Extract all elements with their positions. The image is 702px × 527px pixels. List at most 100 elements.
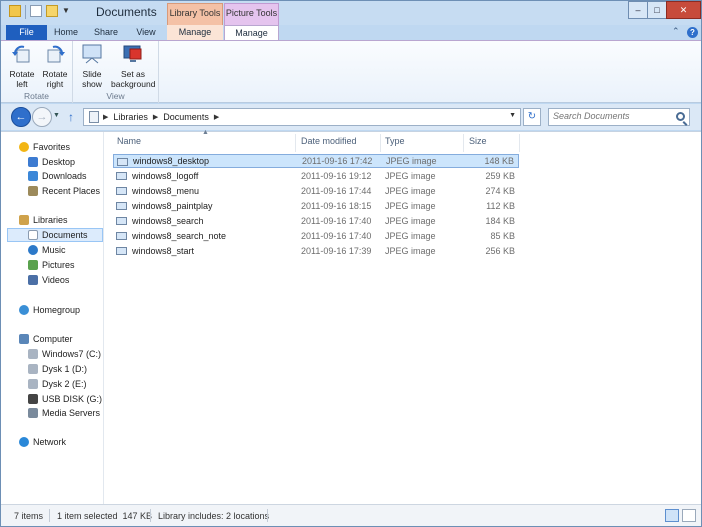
file-name: windows8_search_note xyxy=(132,231,227,241)
file-date: 2011-09-16 19:12 xyxy=(301,171,372,181)
file-type: JPEG image xyxy=(385,201,436,211)
rotate-right-label-1: Rotate xyxy=(42,69,68,79)
search-icon[interactable] xyxy=(676,112,685,121)
forward-button[interactable]: → xyxy=(32,107,52,127)
rotate-right-label-2: right xyxy=(46,79,64,89)
nav-media-servers[interactable]: Media Servers xyxy=(28,406,100,420)
nav-documents[interactable]: Documents xyxy=(7,228,103,242)
breadcrumb-documents[interactable]: Documents xyxy=(163,112,209,122)
status-separator xyxy=(150,509,151,522)
set-as-background-button[interactable]: Set as background xyxy=(111,44,155,89)
nav-videos[interactable]: Videos xyxy=(28,273,69,287)
properties-icon[interactable] xyxy=(30,5,42,17)
drive-icon xyxy=(28,379,38,389)
tab-home[interactable]: Home xyxy=(51,25,81,40)
column-divider[interactable] xyxy=(463,134,464,152)
address-bar[interactable]: ▶ Libraries ▶ Documents ▶ ▼ xyxy=(83,108,521,126)
column-header-date[interactable]: Date modified xyxy=(301,136,357,146)
refresh-button[interactable]: ↻ xyxy=(523,108,541,126)
file-row[interactable]: windows8_desktop 2011-09-16 17:42 JPEG i… xyxy=(113,154,519,168)
slide-show-label-1: Slide xyxy=(82,69,102,79)
set-background-label-2: background xyxy=(111,79,156,89)
nav-drive-c[interactable]: Windows7 (C:) xyxy=(28,347,101,361)
file-size: 85 KB xyxy=(490,231,515,241)
nav-documents-label: Documents xyxy=(42,230,88,240)
nav-pictures[interactable]: Pictures xyxy=(28,258,75,272)
address-dropdown-icon[interactable]: ▼ xyxy=(509,112,516,119)
column-header-name[interactable]: Name xyxy=(117,136,141,146)
nav-libraries[interactable]: Libraries xyxy=(19,213,68,227)
column-header-size[interactable]: Size xyxy=(469,136,487,146)
minimize-ribbon-icon[interactable]: ⌃ xyxy=(672,26,680,37)
close-button[interactable]: ✕ xyxy=(666,1,701,19)
nav-music[interactable]: Music xyxy=(28,243,66,257)
nav-downloads[interactable]: Downloads xyxy=(28,169,87,183)
file-row[interactable]: windows8_search 2011-09-16 17:40 JPEG im… xyxy=(113,214,519,228)
window-title: Documents xyxy=(96,5,157,19)
tab-manage-picture[interactable]: Manage xyxy=(224,25,279,40)
rotate-left-button[interactable]: Rotate left xyxy=(6,44,38,89)
large-icons-view-button[interactable] xyxy=(682,509,696,522)
file-row[interactable]: windows8_logoff 2011-09-16 19:12 JPEG im… xyxy=(113,169,519,183)
tab-manage-library[interactable]: Manage xyxy=(167,25,223,40)
file-row[interactable]: windows8_menu 2011-09-16 17:44 JPEG imag… xyxy=(113,184,519,198)
status-library-info: Library includes: 2 locations xyxy=(158,511,270,521)
details-view-button[interactable] xyxy=(665,509,679,522)
customize-toolbar-icon[interactable]: ▼ xyxy=(62,5,70,19)
nav-usb-disk[interactable]: USB DISK (G:) xyxy=(28,392,102,406)
nav-drive-d[interactable]: Dysk 1 (D:) xyxy=(28,362,87,376)
nav-drive-d-label: Dysk 1 (D:) xyxy=(42,364,87,374)
file-date: 2011-09-16 17:40 xyxy=(301,216,372,226)
rotate-right-button[interactable]: Rotate right xyxy=(39,44,71,89)
column-header-type[interactable]: Type xyxy=(385,136,405,146)
breadcrumb-separator[interactable]: ▶ xyxy=(214,113,219,121)
homegroup-icon xyxy=(19,305,29,315)
column-divider[interactable] xyxy=(519,134,520,152)
jpeg-file-icon xyxy=(116,217,127,225)
set-background-label-1: Set as xyxy=(120,69,146,79)
file-name: windows8_menu xyxy=(132,186,200,196)
nav-desktop[interactable]: Desktop xyxy=(28,155,75,169)
slide-show-button[interactable]: Slide show xyxy=(76,44,108,89)
tab-share[interactable]: Share xyxy=(91,25,121,40)
nav-libraries-label: Libraries xyxy=(33,215,68,225)
maximize-button[interactable]: □ xyxy=(647,1,667,19)
file-list: Name ▲ Date modified Type Size windows8_… xyxy=(105,129,701,505)
minimize-button[interactable]: – xyxy=(628,1,648,19)
search-box[interactable] xyxy=(548,108,690,126)
breadcrumb-separator[interactable]: ▶ xyxy=(103,113,108,121)
help-icon[interactable]: ? xyxy=(687,27,698,38)
file-row[interactable]: windows8_start 2011-09-16 17:39 JPEG ima… xyxy=(113,244,519,258)
recent-locations-dropdown[interactable]: ▼ xyxy=(53,112,60,119)
nav-recent-places[interactable]: Recent Places xyxy=(28,184,100,198)
tab-file[interactable]: File xyxy=(6,25,47,40)
nav-network[interactable]: Network xyxy=(19,435,66,449)
slide-show-label-2: show xyxy=(82,79,102,89)
content-area: Favorites Desktop Downloads Recent Place… xyxy=(1,129,701,505)
file-row[interactable]: windows8_paintplay 2011-09-16 18:15 JPEG… xyxy=(113,199,519,213)
file-type: JPEG image xyxy=(385,231,436,241)
location-icon xyxy=(89,111,99,123)
search-input[interactable] xyxy=(553,111,671,121)
nav-drive-e[interactable]: Dysk 2 (E:) xyxy=(28,377,87,391)
folder-icon[interactable] xyxy=(9,5,21,17)
nav-usb-disk-label: USB DISK (G:) xyxy=(42,394,103,404)
up-button[interactable]: ↑ xyxy=(68,110,74,124)
new-folder-icon[interactable] xyxy=(46,5,58,17)
column-divider[interactable] xyxy=(380,134,381,152)
nav-favorites[interactable]: Favorites xyxy=(19,140,70,154)
nav-homegroup[interactable]: Homegroup xyxy=(19,303,80,317)
breadcrumb-libraries[interactable]: Libraries xyxy=(113,112,148,122)
rotate-left-label-1: Rotate xyxy=(9,69,35,79)
file-date: 2011-09-16 17:40 xyxy=(301,231,372,241)
drive-icon xyxy=(28,364,38,374)
desktop-icon xyxy=(28,157,38,167)
nav-computer[interactable]: Computer xyxy=(19,332,73,346)
file-row[interactable]: windows8_search_note 2011-09-16 17:40 JP… xyxy=(113,229,519,243)
jpeg-file-icon xyxy=(116,187,127,195)
breadcrumb-separator[interactable]: ▶ xyxy=(153,113,158,121)
toolbar-separator xyxy=(25,5,26,19)
column-divider[interactable] xyxy=(295,134,296,152)
back-button[interactable]: ← xyxy=(11,107,31,127)
tab-view[interactable]: View xyxy=(131,25,161,40)
